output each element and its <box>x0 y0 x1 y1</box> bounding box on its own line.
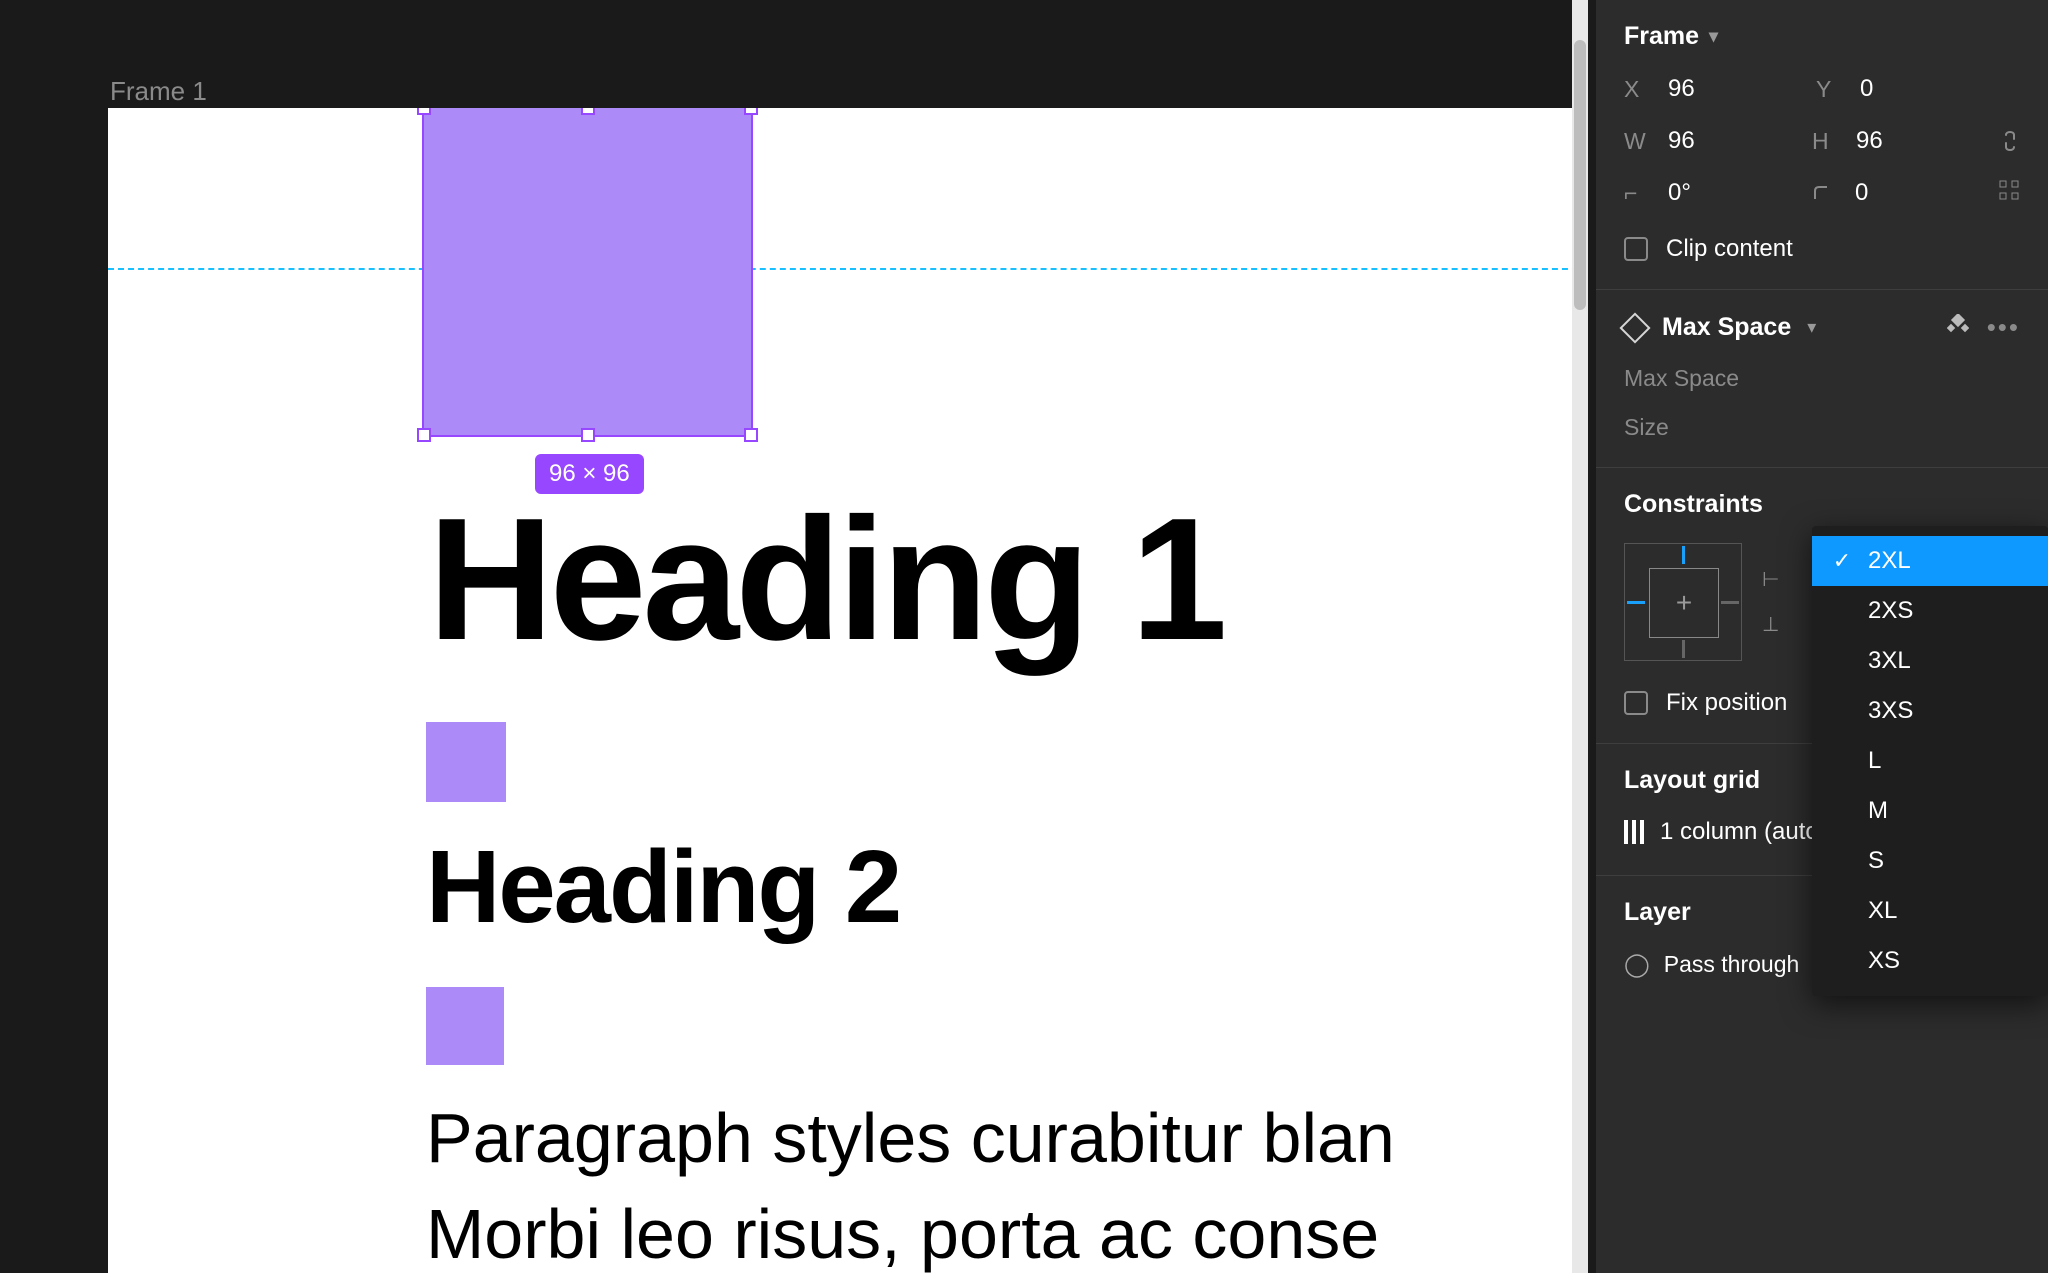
size-option-xs[interactable]: ✓XS <box>1812 936 2048 986</box>
chevron-down-icon: ▾ <box>1709 26 1718 47</box>
size-option-label: XS <box>1868 947 1900 975</box>
size-option-l[interactable]: ✓L <box>1812 736 2048 786</box>
w-value: 96 <box>1668 127 1695 155</box>
size-option-2xs[interactable]: ✓2XS <box>1812 586 2048 636</box>
paragraph-text-1[interactable]: Paragraph styles curabitur blan <box>426 1098 1395 1178</box>
corner-radius-icon <box>1811 183 1839 203</box>
canvas-scrollbar-vertical[interactable] <box>1572 0 1588 1273</box>
link-dimensions-icon[interactable] <box>2000 127 2020 155</box>
frame-section-title[interactable]: Frame ▾ <box>1624 22 2020 51</box>
size-option-3xs[interactable]: ✓3XS <box>1812 686 2048 736</box>
size-option-label: M <box>1868 797 1888 825</box>
y-label: Y <box>1816 76 1844 103</box>
resize-handle-bottom-right[interactable] <box>744 428 758 442</box>
horizontal-guide[interactable] <box>108 268 1588 270</box>
spacer-shape-2[interactable] <box>426 987 504 1065</box>
y-value: 0 <box>1860 75 1873 103</box>
size-option-label: 2XS <box>1868 597 1913 625</box>
rotation-value: 0° <box>1668 179 1691 207</box>
resize-handle-top-left[interactable] <box>417 108 431 115</box>
clip-content-label: Clip content <box>1666 235 1793 263</box>
corner-radius-value: 0 <box>1855 179 1868 207</box>
size-option-m[interactable]: ✓M <box>1812 786 2048 836</box>
independent-corners-icon[interactable] <box>1998 179 2020 207</box>
blend-mode-icon: ◯ <box>1624 951 1650 978</box>
size-option-label: 3XS <box>1868 697 1913 725</box>
size-option-s[interactable]: ✓S <box>1812 836 2048 886</box>
x-value: 96 <box>1668 75 1695 103</box>
chevron-down-icon[interactable]: ▾ <box>1807 317 1816 338</box>
columns-icon <box>1624 820 1644 844</box>
check-icon: ✓ <box>1830 548 1854 574</box>
h-label: H <box>1812 128 1840 155</box>
horizontal-constraint-icon: ⊢ <box>1762 567 1779 592</box>
checkbox-icon <box>1624 237 1648 261</box>
size-property-label: Size <box>1624 414 1669 441</box>
swap-instance-icon[interactable] <box>1947 312 1969 343</box>
more-options-icon[interactable]: ••• <box>1987 312 2020 343</box>
constraint-dropdowns[interactable]: ⊢ ⊥ <box>1762 567 1779 637</box>
angle-icon: ⌐ <box>1624 180 1652 207</box>
resize-handle-top-right[interactable] <box>744 108 758 115</box>
checkbox-icon <box>1624 691 1648 715</box>
x-field[interactable]: X 96 <box>1624 75 1790 103</box>
vertical-constraint-icon: ⊥ <box>1762 612 1779 637</box>
size-option-label: 3XL <box>1868 647 1911 675</box>
size-option-label: L <box>1868 747 1881 775</box>
constraints-widget[interactable]: + <box>1624 543 1742 661</box>
h-field[interactable]: H 96 <box>1812 127 1974 155</box>
variant-group-label: Max Space <box>1624 365 2020 392</box>
size-dropdown[interactable]: ✓ 2XL ✓2XS✓3XL✓3XS✓L✓M✓S✓XL✓XS <box>1812 526 2048 996</box>
component-section: Max Space ▾ ••• Max Space Size <box>1596 290 2048 468</box>
size-option-xl[interactable]: ✓XL <box>1812 886 2048 936</box>
constraints-title: Constraints <box>1624 490 2020 519</box>
w-field[interactable]: W 96 <box>1624 127 1786 155</box>
heading-2-text[interactable]: Heading 2 <box>426 828 900 946</box>
x-label: X <box>1624 76 1652 103</box>
scrollbar-thumb[interactable] <box>1574 40 1586 310</box>
h-value: 96 <box>1856 127 1883 155</box>
layout-grid-value: 1 column (auto) <box>1660 818 1827 846</box>
spacer-shape-1[interactable] <box>426 722 506 802</box>
frame-label[interactable]: Frame 1 <box>110 76 207 107</box>
corner-radius-field[interactable]: 0 <box>1811 179 1972 207</box>
frame-section: Frame ▾ X 96 Y 0 W 96 H 96 <box>1596 0 2048 290</box>
heading-1-text[interactable]: Heading 1 <box>428 478 1224 679</box>
paragraph-text-2[interactable]: Morbi leo risus, porta ac conse <box>426 1194 1379 1273</box>
size-option-2xl[interactable]: ✓ 2XL <box>1812 536 2048 586</box>
w-label: W <box>1624 128 1652 155</box>
rotation-field[interactable]: ⌐ 0° <box>1624 179 1785 207</box>
component-diamond-icon <box>1619 312 1650 343</box>
component-name[interactable]: Max Space <box>1662 313 1791 342</box>
size-option-label: 2XL <box>1868 547 1911 575</box>
fix-position-label: Fix position <box>1666 689 1787 717</box>
inspector-panel: Frame ▾ X 96 Y 0 W 96 H 96 <box>1596 0 2048 1273</box>
size-option-label: XL <box>1868 897 1897 925</box>
resize-handle-bottom-middle[interactable] <box>581 428 595 442</box>
frame-1[interactable]: 96 × 96 Heading 1 Heading 2 Paragraph st… <box>108 108 1588 1273</box>
size-option-label: S <box>1868 847 1884 875</box>
resize-handle-top-middle[interactable] <box>581 108 595 115</box>
blend-mode-value[interactable]: Pass through <box>1664 951 1800 978</box>
y-field[interactable]: Y 0 <box>1816 75 1982 103</box>
canvas-area[interactable]: Frame 1 96 × 96 Heading 1 Heading 2 Para… <box>0 0 1588 1273</box>
clip-content-checkbox[interactable]: Clip content <box>1624 235 2020 263</box>
resize-handle-bottom-left[interactable] <box>417 428 431 442</box>
size-option-3xl[interactable]: ✓3XL <box>1812 636 2048 686</box>
frame-title-label: Frame <box>1624 22 1699 51</box>
selected-shape[interactable] <box>424 108 751 435</box>
